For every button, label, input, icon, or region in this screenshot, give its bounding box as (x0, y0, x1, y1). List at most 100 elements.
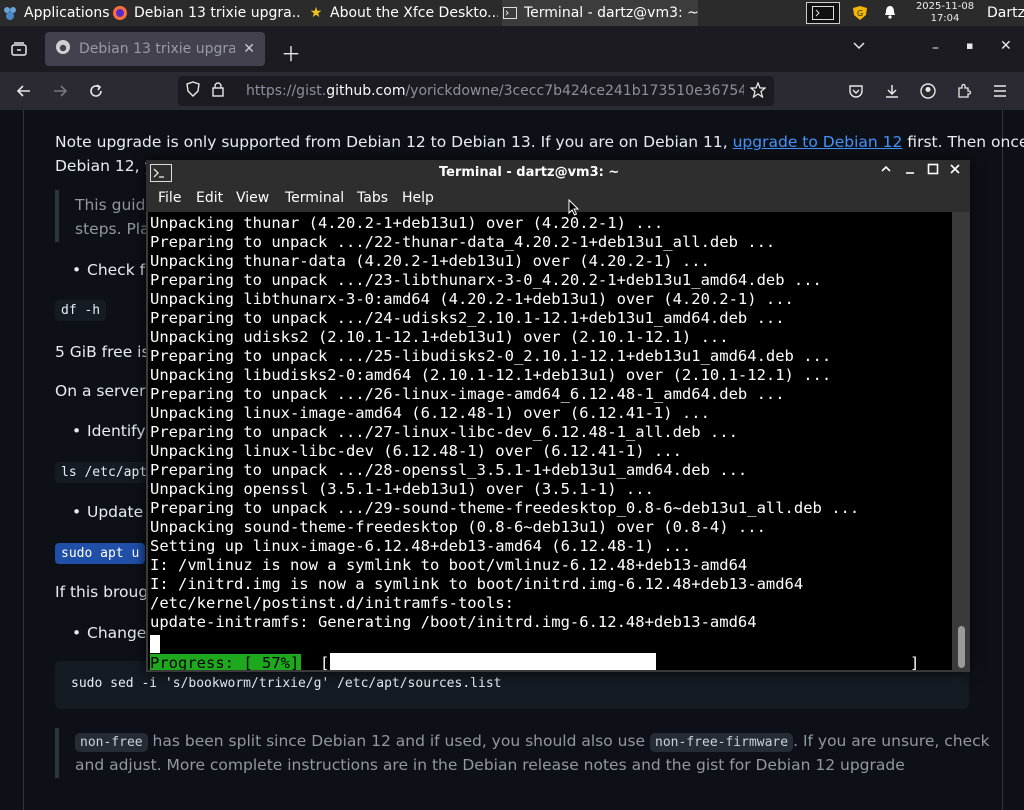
terminal-line: Unpacking sound-theme-freedesktop (0.8-6… (150, 518, 766, 536)
terminal-scrollbar[interactable] (954, 212, 970, 670)
terminal-line: I: /vmlinuz is now a symlink to boot/vml… (150, 556, 748, 574)
xfce-logo-icon (2, 5, 18, 21)
workspace-terminal-icon[interactable] (806, 2, 840, 24)
list-all-tabs-icon[interactable] (852, 38, 866, 56)
task-browser[interactable]: Debian 13 trixie upgra... (112, 0, 302, 26)
tab-title: Debian 13 trixie upgrade (79, 41, 236, 57)
close-tab-icon[interactable]: ✕ (243, 41, 255, 57)
terminal-title: Terminal - dartz@vm3: ~ (439, 165, 620, 180)
terminal-line: Preparing to unpack .../28-openssl_3.5.1… (150, 461, 748, 479)
bullet-check-free: Check fr (72, 261, 152, 279)
upgrade-debian12-link[interactable]: upgrade to Debian 12 (733, 133, 903, 151)
menu-help[interactable]: Help (402, 190, 434, 206)
account-icon[interactable] (914, 77, 942, 105)
terminal-line: Preparing to unpack .../23-libthunarx-3-… (150, 271, 822, 289)
terminal-line: Unpacking udisks2 (2.10.1-12.1+deb13u1) … (150, 328, 729, 346)
notification-bell-icon[interactable] (882, 4, 898, 20)
terminal-title-bar[interactable]: Terminal - dartz@vm3: ~ (146, 160, 970, 186)
url-text: https://gist.github.com/yorickdowne/3cec… (246, 83, 748, 99)
code-df: df -h (55, 300, 107, 321)
close-window-icon[interactable]: ✕ (1000, 38, 1012, 54)
extensions-icon[interactable] (950, 77, 978, 105)
bullet-identify: Identify (72, 422, 145, 440)
terminal-line: Unpacking openssl (3.5.1-1+deb13u1) over… (150, 480, 654, 498)
maximize-window-icon[interactable]: ▪ (966, 39, 973, 52)
github-icon (55, 39, 71, 59)
menu-edit[interactable]: Edit (196, 190, 223, 206)
terminal-close-icon[interactable] (949, 163, 961, 179)
terminal-line: Preparing to unpack .../27-linux-libc-de… (150, 423, 738, 441)
terminal-window[interactable]: Terminal - dartz@vm3: ~ File Edit View T… (146, 160, 970, 672)
menu-tabs[interactable]: Tabs (357, 190, 388, 206)
url-bar[interactable]: https://gist.github.com/yorickdowne/3cec… (178, 76, 774, 106)
code-ls: ls /etc/apt (55, 462, 154, 483)
new-tab-icon[interactable]: ＋ (281, 38, 301, 67)
terminal-line: Preparing to unpack .../24-udisks2_2.10.… (150, 309, 785, 327)
panel-clock[interactable]: 2025-11-08 17:04 (905, 1, 985, 25)
tab-list-icon[interactable] (10, 40, 28, 58)
reload-icon[interactable] (82, 77, 110, 105)
minimize-window-icon[interactable]: – (932, 40, 939, 56)
terminal-scrollbar-thumb[interactable] (958, 626, 965, 668)
intro-paragraph: Note upgrade is only supported from Debi… (55, 133, 1024, 151)
server-text: On a server (55, 382, 146, 400)
menu-file[interactable]: File (158, 190, 181, 206)
terminal-line: I: /initrd.img is now a symlink to boot/… (150, 575, 804, 593)
terminal-line: update-initramfs: Generating /boot/initr… (150, 613, 757, 631)
free-space-text: 5 GiB free is (55, 343, 150, 361)
bullet-change: Change (72, 624, 146, 642)
top-panel: Applications ☰ Debian 13 trixie upgra...… (0, 0, 1024, 26)
applications-menu[interactable]: Applications ☰ (0, 0, 112, 26)
bookmark-star-icon[interactable] (744, 81, 767, 102)
back-icon[interactable] (10, 77, 38, 105)
terminal-line: Preparing to unpack .../22-thunar-data_4… (150, 233, 776, 251)
terminal-line: Preparing to unpack .../26-linux-image-a… (150, 385, 785, 403)
firefox-icon (112, 5, 128, 21)
terminal-line: Unpacking libudisks2-0:amd64 (2.10.1-12.… (150, 366, 832, 384)
guide-blockquote (55, 190, 59, 242)
pocket-icon[interactable] (842, 77, 870, 105)
code-sudo-apt-selected: sudo apt u (55, 543, 146, 564)
guide-quote-line1: This guide (75, 196, 155, 214)
task-terminal[interactable]: Terminal - dartz@vm3: ~ (502, 0, 698, 26)
shade-window-icon[interactable] (880, 163, 892, 179)
terminal-line: Unpacking libthunarx-3-0:amd64 (4.20.2-1… (150, 290, 794, 308)
nonfree-quote-line2: and adjust. More complete instructions a… (75, 756, 905, 774)
shield-app-icon[interactable]: G (852, 5, 868, 21)
progress-label: Progress: [ 57%] (150, 654, 302, 670)
terminal-line: /etc/kernel/postinst.d/initramfs-tools: (150, 594, 514, 612)
terminal-minimize-icon[interactable] (904, 163, 916, 179)
menu-terminal[interactable]: Terminal (285, 190, 344, 206)
browser-nav-bar: https://gist.github.com/yorickdowne/3cec… (0, 72, 1024, 110)
progress-bar-track (330, 653, 902, 670)
progress-bracket-close: ] (910, 654, 920, 670)
terminal-line: Preparing to unpack .../25-libudisks2-0_… (150, 347, 832, 365)
nonfree-blockquote (55, 728, 59, 778)
bullet-update: Update (72, 503, 143, 521)
progress-bracket-open: [ (320, 654, 330, 670)
user-name[interactable]: Dartz (987, 0, 1024, 26)
intro-paragraph-line2: Debian 12, y (55, 157, 154, 175)
task-label: Debian 13 trixie upgra... (134, 5, 302, 21)
inline-code-nonfree: non-free (75, 733, 148, 752)
lock-icon[interactable] (212, 81, 228, 101)
code-sed: sudo sed -i 's/bookworm/trixie/g' /etc/a… (71, 676, 502, 691)
terminal-maximize-icon[interactable] (927, 163, 939, 179)
nonfree-quote-line1: non-free has been split since Debian 12 … (75, 732, 990, 752)
tab-gist[interactable]: Debian 13 trixie upgrade ✕ (45, 32, 265, 66)
terminal-cursor (150, 635, 160, 653)
tracking-shield-icon[interactable] (186, 81, 202, 101)
progress-bar-fill (330, 653, 656, 670)
forward-icon[interactable] (46, 77, 74, 105)
menu-view[interactable]: View (236, 190, 269, 206)
terminal-icon (502, 5, 518, 21)
terminal-output[interactable]: Unpacking thunar (4.20.2-1+deb13u1) over… (148, 212, 952, 670)
task-label: About the Xfce Deskto... (330, 5, 498, 21)
terminal-line: Unpacking thunar (4.20.2-1+deb13u1) over… (150, 214, 664, 232)
hamburger-menu-icon[interactable] (986, 77, 1014, 105)
applications-label: Applications (24, 5, 110, 21)
task-label: Terminal - dartz@vm3: ~ (524, 5, 698, 21)
inline-code-nonfree-firmware: non-free-firmware (650, 733, 794, 752)
downloads-icon[interactable] (878, 77, 906, 105)
task-about-xfce[interactable]: ★ About the Xfce Deskto... (308, 0, 498, 26)
